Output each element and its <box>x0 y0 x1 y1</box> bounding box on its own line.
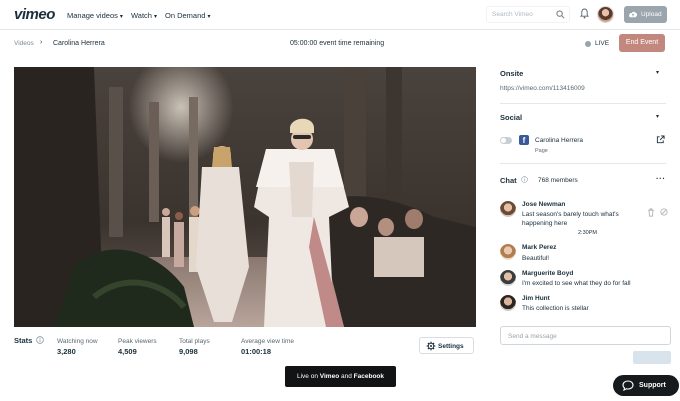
chat-message-text: Beautiful! <box>522 255 550 262</box>
chat-author-name: Jose Newman <box>522 201 566 208</box>
user-avatar[interactable] <box>597 6 614 23</box>
onsite-section-title[interactable]: Onsite <box>500 69 523 78</box>
vimeo-logo[interactable]: vimeo <box>14 6 55 23</box>
live-on-and: and <box>340 373 352 380</box>
social-account-type: Page <box>535 148 548 154</box>
avatar <box>500 270 516 286</box>
block-user-icon[interactable] <box>660 208 668 216</box>
stat-value-average-view-time: 01:00:18 <box>241 347 272 356</box>
stat-label-total-plays: Total plays <box>179 338 210 345</box>
settings-button[interactable]: Settings <box>419 337 474 354</box>
live-status-label: LIVE <box>595 40 610 47</box>
stat-value-peak-viewers: 4,509 <box>118 347 137 356</box>
chat-bubble-icon <box>622 380 634 391</box>
divider <box>500 163 666 164</box>
chat-timestamp: 2:30PM <box>578 230 597 236</box>
end-event-button[interactable]: End Event <box>619 34 665 52</box>
search-input[interactable]: Search Vimeo <box>486 6 570 23</box>
nav-watch[interactable]: Watch ▾ <box>131 11 157 20</box>
chevron-down-icon: ▾ <box>207 14 211 20</box>
chat-author-name: Jim Hunt <box>522 295 550 302</box>
chat-author-name: Marguerite Boyd <box>522 270 574 277</box>
facebook-toggle[interactable] <box>500 137 512 144</box>
chat-message-text: I'm excited to see what they do for fall <box>522 280 631 287</box>
avatar <box>500 244 516 260</box>
chat-message-placeholder: Send a message <box>508 333 557 340</box>
search-placeholder: Search Vimeo <box>492 11 533 18</box>
trash-icon[interactable] <box>647 208 655 217</box>
external-link-icon[interactable] <box>656 135 665 144</box>
chat-author-name: Mark Perez <box>522 244 557 251</box>
stat-label-watching-now: Watching now <box>57 338 98 345</box>
info-icon[interactable] <box>521 176 528 183</box>
stat-label-peak-viewers: Peak viewers <box>118 338 157 345</box>
avatar <box>500 201 516 217</box>
social-account-name: Carolina Herrera <box>535 137 584 144</box>
chat-member-count: 768 members <box>538 177 578 184</box>
live-status-dot <box>585 41 591 47</box>
stat-label-average-view-time: Average view time <box>241 338 294 345</box>
live-on-prefix: Live on <box>297 373 318 380</box>
nav-watch-label: Watch <box>131 11 152 20</box>
stat-value-watching-now: 3,280 <box>57 347 76 356</box>
live-on-facebook: Facebook <box>353 373 384 380</box>
stat-value-total-plays: 9,098 <box>179 347 198 356</box>
event-time-remaining: 05:00:00 event time remaining <box>290 40 385 47</box>
search-icon[interactable] <box>556 10 565 19</box>
support-button[interactable]: Support <box>613 375 679 396</box>
runway-video-frame <box>14 67 476 327</box>
nav-on-demand[interactable]: On Demand ▾ <box>165 11 210 20</box>
send-message-button[interactable] <box>633 351 671 364</box>
chevron-right-icon: › <box>40 39 43 46</box>
chevron-down-icon: ▾ <box>119 14 123 20</box>
chevron-down-icon: ▾ <box>153 14 157 20</box>
nav-manage-videos[interactable]: Manage videos ▾ <box>67 11 123 20</box>
top-navigation: vimeo Manage videos ▾ Watch ▾ On Demand ▾ S… <box>0 0 680 30</box>
gear-icon <box>426 341 436 351</box>
chat-message-input[interactable]: Send a message <box>500 326 671 345</box>
onsite-url[interactable]: https://vimeo.com/113416009 <box>500 85 585 92</box>
live-on-banner: Live on Vimeo and Facebook <box>285 366 396 387</box>
upload-button[interactable]: Upload <box>624 6 667 23</box>
breadcrumb-videos[interactable]: Videos <box>14 40 34 47</box>
social-section-title[interactable]: Social <box>500 113 522 122</box>
live-video-player[interactable] <box>14 67 476 327</box>
breadcrumb-current: Carolina Herrera <box>53 40 105 47</box>
divider <box>500 103 666 104</box>
stats-title: Stats <box>14 336 33 345</box>
facebook-icon: f <box>519 135 529 145</box>
support-label: Support <box>639 382 666 389</box>
chevron-down-icon[interactable]: ▾ <box>656 113 659 120</box>
upload-label: Upload <box>641 11 662 18</box>
nav-on-demand-label: On Demand <box>165 11 206 20</box>
nav-manage-videos-label: Manage videos <box>67 11 118 20</box>
chat-section-title: Chat <box>500 176 517 185</box>
chat-message-text: Last season's barely touch what's happen… <box>522 211 619 227</box>
bell-icon[interactable] <box>580 8 589 19</box>
more-options-icon[interactable]: ··· <box>656 174 666 183</box>
settings-label: Settings <box>438 343 464 350</box>
live-on-vimeo: Vimeo <box>319 373 340 380</box>
info-icon[interactable] <box>36 336 44 344</box>
cloud-upload-icon <box>629 11 638 18</box>
avatar <box>500 295 516 311</box>
chevron-down-icon[interactable]: ▾ <box>656 69 659 76</box>
chat-message-text: This collection is stellar <box>522 305 589 312</box>
